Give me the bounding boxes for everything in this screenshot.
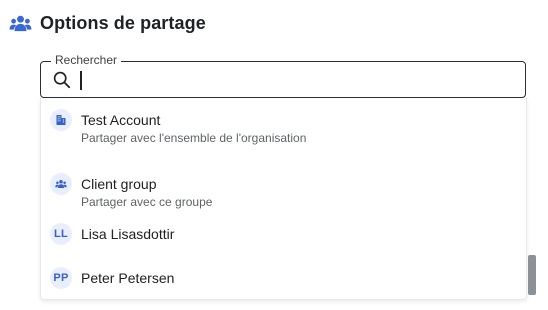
- option-title: Peter Petersen: [81, 270, 175, 286]
- building-icon: [56, 115, 66, 125]
- group-icon: [55, 179, 67, 188]
- scrollbar-thumb[interactable]: [528, 255, 536, 295]
- organization-avatar: [50, 109, 72, 131]
- search-field[interactable]: Rechercher: [40, 53, 526, 98]
- page-title: Options de partage: [40, 13, 206, 33]
- group-avatar: [50, 173, 72, 195]
- search-icon: [53, 71, 71, 89]
- group-icon: [9, 15, 32, 32]
- user-avatar: PP: [50, 267, 72, 289]
- option-title: Client group: [81, 176, 157, 192]
- option-user[interactable]: PP Peter Petersen: [41, 256, 526, 300]
- option-subtitle: Partager avec l'ensemble de l'organisati…: [81, 131, 307, 145]
- text-caret: [80, 71, 82, 90]
- option-organization[interactable]: Test Account Partager avec l'ensemble de…: [41, 98, 526, 145]
- option-group[interactable]: Client group Partager avec ce groupe: [41, 162, 526, 209]
- option-user[interactable]: LL Lisa Lisasdottir: [41, 212, 526, 256]
- options-dropdown: Test Account Partager avec l'ensemble de…: [40, 98, 527, 300]
- search-label: Rechercher: [51, 53, 122, 68]
- sharing-options-header: Options de partage: [9, 12, 206, 35]
- user-avatar: LL: [50, 223, 72, 245]
- option-title: Test Account: [81, 112, 161, 128]
- option-subtitle: Partager avec ce groupe: [81, 195, 213, 209]
- search-input[interactable]: [83, 69, 513, 91]
- option-title: Lisa Lisasdottir: [81, 226, 175, 242]
